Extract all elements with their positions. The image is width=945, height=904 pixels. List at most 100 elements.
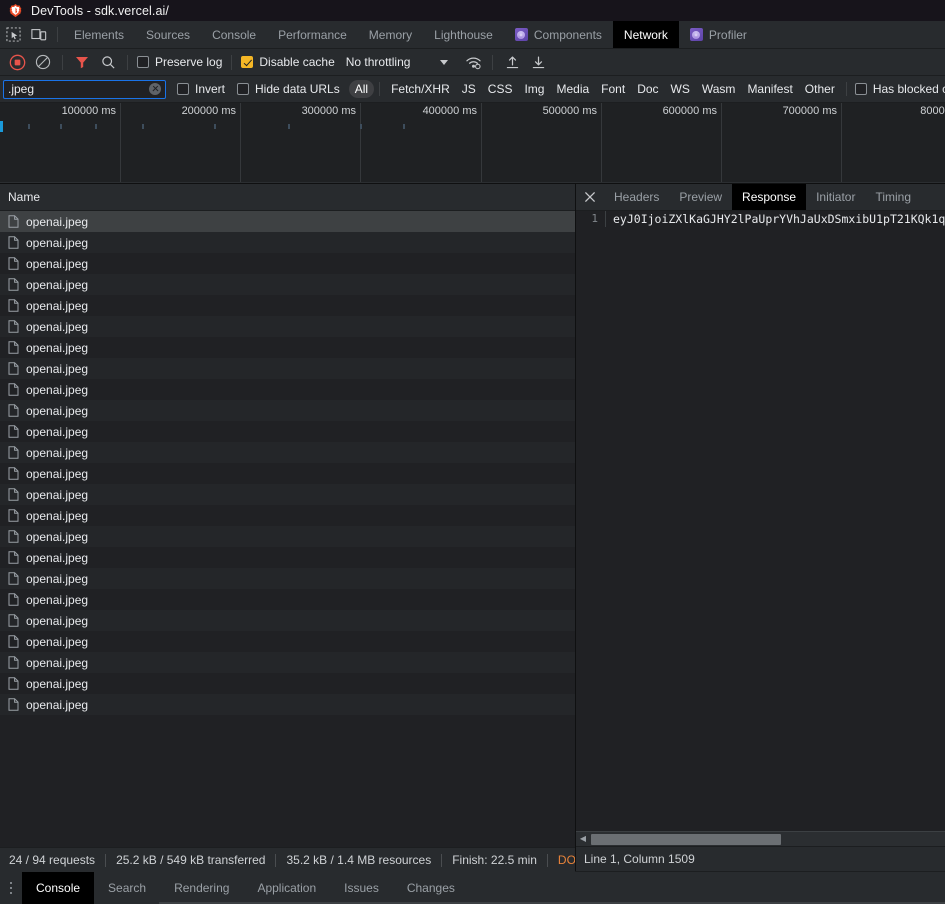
filter-type-js[interactable]: JS — [456, 80, 482, 98]
filter-divider — [379, 82, 380, 96]
drawer-tab-console[interactable]: Console — [22, 872, 94, 904]
table-row[interactable]: openai.jpeg — [0, 232, 575, 253]
table-row[interactable]: openai.jpeg — [0, 568, 575, 589]
filter-type-media[interactable]: Media — [550, 80, 595, 98]
filter-type-css[interactable]: CSS — [482, 80, 519, 98]
filter-type-all[interactable]: All — [349, 80, 374, 98]
record-stop-icon[interactable] — [4, 50, 30, 74]
close-icon[interactable] — [576, 184, 604, 210]
tab-sources[interactable]: Sources — [135, 21, 201, 48]
drawer-tab-rendering[interactable]: Rendering — [160, 872, 243, 904]
table-row[interactable]: openai.jpeg — [0, 547, 575, 568]
timeline-gridline — [360, 103, 361, 183]
summary-resources: 35.2 kB / 1.4 MB resources — [286, 853, 431, 867]
filter-input[interactable] — [8, 82, 149, 96]
clear-input-icon[interactable] — [149, 83, 161, 95]
more-options-icon[interactable] — [0, 872, 22, 904]
request-name: openai.jpeg — [26, 635, 88, 649]
filter-type-doc[interactable]: Doc — [631, 80, 664, 98]
request-name: openai.jpeg — [26, 215, 88, 229]
filter-type-ws[interactable]: WS — [665, 80, 696, 98]
hide-data-urls-checkbox[interactable]: Hide data URLs — [234, 82, 343, 96]
request-name: openai.jpeg — [26, 698, 88, 712]
filter-type-font[interactable]: Font — [595, 80, 631, 98]
drawer-tab-issues[interactable]: Issues — [330, 872, 393, 904]
drawer-tab-changes[interactable]: Changes — [393, 872, 469, 904]
table-row[interactable]: openai.jpeg — [0, 295, 575, 316]
table-row[interactable]: openai.jpeg — [0, 379, 575, 400]
filter-funnel-icon[interactable] — [69, 50, 95, 74]
request-rows[interactable]: openai.jpegopenai.jpegopenai.jpegopenai.… — [0, 211, 575, 871]
table-row[interactable]: openai.jpeg — [0, 442, 575, 463]
table-row[interactable]: openai.jpeg — [0, 253, 575, 274]
tab-label: Performance — [278, 28, 347, 42]
filter-type-wasm[interactable]: Wasm — [696, 80, 742, 98]
file-document-icon — [8, 383, 19, 396]
tab-console[interactable]: Console — [201, 21, 267, 48]
filter-type-fetch-xhr[interactable]: Fetch/XHR — [385, 80, 456, 98]
timeline-tick-label: 700000 ms — [783, 105, 841, 117]
detail-tab-timing[interactable]: Timing — [865, 184, 921, 210]
detail-tab-headers[interactable]: Headers — [604, 184, 669, 210]
table-row[interactable]: openai.jpeg — [0, 421, 575, 442]
export-har-icon[interactable] — [525, 50, 551, 74]
detail-tab-preview[interactable]: Preview — [669, 184, 732, 210]
table-row[interactable]: openai.jpeg — [0, 589, 575, 610]
table-row[interactable]: openai.jpeg — [0, 400, 575, 421]
import-har-icon[interactable] — [499, 50, 525, 74]
request-name: openai.jpeg — [26, 656, 88, 670]
table-row[interactable]: openai.jpeg — [0, 211, 575, 232]
inspect-element-icon[interactable] — [0, 21, 26, 48]
table-row[interactable]: openai.jpeg — [0, 358, 575, 379]
tab-memory[interactable]: Memory — [358, 21, 423, 48]
horizontal-scrollbar[interactable]: ◀ — [576, 831, 945, 846]
drawer-tab-application[interactable]: Application — [243, 872, 330, 904]
table-row[interactable]: openai.jpeg — [0, 610, 575, 631]
device-toolbar-icon[interactable] — [26, 21, 52, 48]
table-row[interactable]: openai.jpeg — [0, 505, 575, 526]
request-name: openai.jpeg — [26, 467, 88, 481]
timeline-tick-label: 500000 ms — [543, 105, 601, 117]
throttling-dropdown[interactable]: No throttling — [346, 55, 449, 69]
table-row[interactable]: openai.jpeg — [0, 652, 575, 673]
clear-network-log-icon[interactable] — [30, 50, 56, 74]
drawer-tab-search[interactable]: Search — [94, 872, 160, 904]
tab-elements[interactable]: Elements — [63, 21, 135, 48]
file-document-icon — [8, 257, 19, 270]
tab-components[interactable]: Components — [504, 21, 613, 48]
tab-profiler[interactable]: Profiler — [679, 21, 758, 48]
preserve-log-checkbox[interactable]: Preserve log — [134, 55, 225, 69]
has-blocked-cookies-label: Has blocked cookies — [873, 82, 945, 96]
request-name: openai.jpeg — [26, 488, 88, 502]
table-row[interactable]: openai.jpeg — [0, 316, 575, 337]
code-line: 1 eyJ0IjoiZXlKaGJHY2lPaUprYVhJaUxDSmxibU… — [576, 211, 945, 227]
table-row[interactable]: openai.jpeg — [0, 631, 575, 652]
scroll-left-arrow-icon[interactable]: ◀ — [576, 832, 590, 846]
scrollbar-thumb[interactable] — [591, 834, 781, 845]
tab-network[interactable]: Network — [613, 21, 679, 48]
detail-tab-response[interactable]: Response — [732, 184, 806, 210]
network-timeline-overview[interactable]: 100000 ms 200000 ms 300000 ms 400000 ms … — [0, 103, 945, 184]
tab-lighthouse[interactable]: Lighthouse — [423, 21, 504, 48]
filter-type-img[interactable]: Img — [518, 80, 550, 98]
table-row[interactable]: openai.jpeg — [0, 484, 575, 505]
table-row[interactable]: openai.jpeg — [0, 463, 575, 484]
table-row[interactable]: openai.jpeg — [0, 526, 575, 547]
filter-type-other[interactable]: Other — [799, 80, 841, 98]
network-conditions-icon[interactable] — [460, 50, 486, 74]
table-row[interactable]: openai.jpeg — [0, 673, 575, 694]
has-blocked-cookies-checkbox[interactable]: Has blocked cookies — [852, 82, 945, 96]
tab-performance[interactable]: Performance — [267, 21, 358, 48]
table-row[interactable]: openai.jpeg — [0, 694, 575, 715]
detail-tab-initiator[interactable]: Initiator — [806, 184, 865, 210]
request-name: openai.jpeg — [26, 446, 88, 460]
invert-checkbox[interactable]: Invert — [174, 82, 228, 96]
file-document-icon — [8, 635, 19, 648]
response-code-viewer[interactable]: 1 eyJ0IjoiZXlKaGJHY2lPaUprYVhJaUxDSmxibU… — [576, 211, 945, 831]
table-row[interactable]: openai.jpeg — [0, 274, 575, 295]
filter-type-manifest[interactable]: Manifest — [741, 80, 798, 98]
table-row[interactable]: openai.jpeg — [0, 337, 575, 358]
disable-cache-checkbox[interactable]: Disable cache — [238, 55, 337, 69]
search-icon[interactable] — [95, 50, 121, 74]
filter-input-wrapper[interactable] — [3, 80, 166, 99]
